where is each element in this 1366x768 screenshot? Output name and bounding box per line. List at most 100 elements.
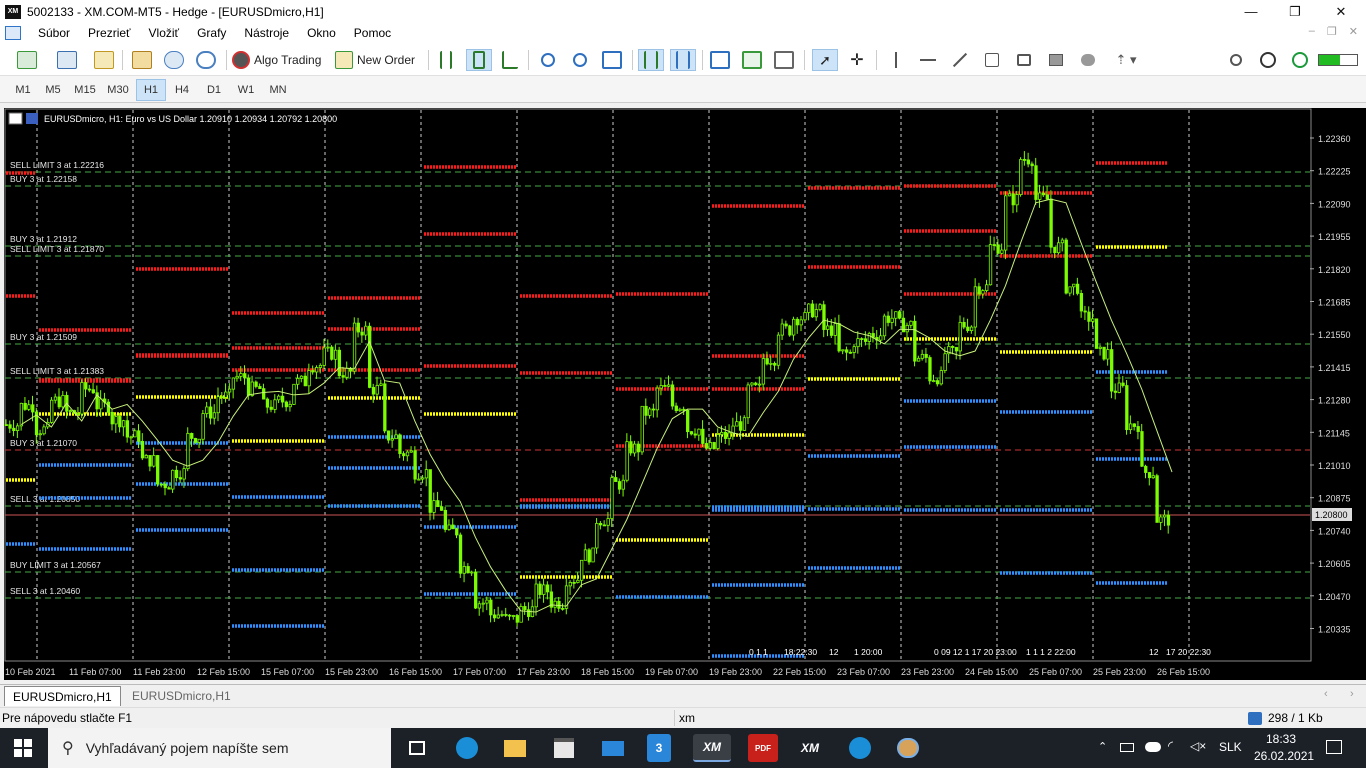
zoom-out-button[interactable] (568, 49, 592, 71)
mdi-close-button[interactable]: ✕ (1349, 25, 1358, 38)
chart-canvas[interactable]: 1.22360 1.22225 1.22090 1.21955 1.21820 1.216… (4, 108, 1366, 680)
app-3-button[interactable]: 3 (647, 734, 671, 762)
zoom-in-button[interactable] (536, 49, 560, 71)
signals-button[interactable] (194, 49, 218, 71)
timeframe-h1[interactable]: H1 (136, 79, 166, 101)
chart-tab-active[interactable]: EURUSDmicro,H1 (4, 686, 121, 706)
notifications-icon[interactable] (1326, 740, 1342, 754)
candle-body (447, 524, 451, 530)
candle-body (1034, 165, 1038, 200)
menu-tools[interactable]: Nástroje (235, 26, 298, 40)
language-indicator[interactable]: SLK (1219, 740, 1242, 754)
maximize-button[interactable]: ❐ (1272, 0, 1318, 23)
account-button[interactable] (1256, 49, 1280, 71)
close-button[interactable]: ✕ (1318, 0, 1364, 23)
timeframe-m5[interactable]: M5 (38, 79, 68, 101)
level-button[interactable] (1288, 49, 1312, 71)
trend-line-icon (952, 52, 968, 68)
clock-date[interactable]: 26.02.2021 (1254, 749, 1314, 763)
candle-body (935, 380, 940, 385)
timeframe-m1[interactable]: M1 (8, 79, 38, 101)
timeframe-w1[interactable]: W1 (231, 79, 261, 101)
candle-body (364, 325, 368, 336)
periods-button[interactable] (772, 49, 796, 71)
clock-time[interactable]: 18:33 (1266, 732, 1296, 746)
chart-window-icon[interactable] (5, 25, 21, 40)
minimize-button[interactable]: — (1228, 0, 1274, 23)
account-icon (1260, 52, 1276, 68)
candlestick-button[interactable] (466, 49, 492, 71)
templates-button[interactable] (740, 49, 764, 71)
xm-mt5-button[interactable]: XM (693, 734, 731, 762)
menu-file[interactable]: Súbor (29, 26, 79, 40)
market-watch-button[interactable] (92, 49, 116, 71)
rectangle-button[interactable] (1044, 49, 1068, 71)
start-button[interactable] (14, 739, 32, 757)
timeframe-m30[interactable]: M30 (103, 79, 133, 101)
mdi-restore-button[interactable]: ❐ (1327, 25, 1337, 38)
order-level-label: SELL LIMIT 3 at 1.21870 (10, 244, 104, 254)
price-chart[interactable]: 1.22360 1.22225 1.22090 1.21955 1.21820 1.216… (4, 108, 1366, 680)
trade-marker-label: 0 1 1 (749, 647, 768, 657)
xm-mt5-second-button[interactable]: XM (795, 734, 825, 762)
show-hidden-icons-button[interactable]: ⌃ (1098, 740, 1107, 753)
tab-scroll-right-icon[interactable]: › (1350, 688, 1354, 700)
bar-chart-button[interactable] (434, 49, 458, 71)
navigator-button[interactable] (130, 49, 154, 71)
text-label-button[interactable] (1012, 49, 1036, 71)
candle-body (898, 311, 902, 319)
connection-icon[interactable] (1248, 712, 1262, 725)
time-axis-label: 18 Feb 15:00 (581, 667, 634, 677)
status-traffic[interactable]: 298 / 1 Kb (1268, 711, 1323, 725)
line-chart-button[interactable] (498, 49, 522, 71)
crosshair-button[interactable]: ✛ (845, 49, 869, 71)
toolbar-separator (702, 50, 703, 70)
taskbar-search[interactable]: ⚲ Vyhľadávaný pojem napíšte sem (48, 728, 391, 768)
battery-icon[interactable] (1120, 743, 1134, 752)
candle-body (220, 396, 224, 399)
edge-second-button[interactable] (845, 734, 875, 762)
indicators-button[interactable] (708, 49, 732, 71)
menu-insert[interactable]: Vložiť (140, 26, 189, 40)
horizontal-line-button[interactable] (916, 49, 940, 71)
chart-shift-button[interactable] (670, 49, 696, 71)
volume-icon[interactable]: ◁× (1190, 739, 1206, 753)
cursor-button[interactable]: ➚ (812, 49, 838, 71)
timeframe-h4[interactable]: H4 (167, 79, 197, 101)
timeframe-mn[interactable]: MN (263, 79, 293, 101)
tab-scroll-left-icon[interactable]: ‹ (1324, 688, 1328, 700)
candle-body (84, 382, 88, 390)
trend-line-button[interactable] (948, 49, 972, 71)
candle-body (239, 373, 243, 377)
text-button[interactable] (980, 49, 1004, 71)
chart-tab[interactable]: EURUSDmicro,H1 (124, 686, 239, 706)
candle-body (644, 405, 648, 416)
menu-charts[interactable]: Grafy (188, 26, 235, 40)
algo-trading-button[interactable]: Algo Trading (232, 49, 326, 71)
store-button[interactable] (549, 734, 579, 762)
pdf-button[interactable]: PDF (748, 734, 778, 762)
mdi-minimize-button[interactable]: – (1309, 25, 1315, 38)
task-view-button[interactable] (402, 734, 432, 762)
new-order-button[interactable]: New Order (335, 49, 421, 71)
onedrive-icon[interactable] (1145, 742, 1161, 752)
edge-button[interactable] (452, 734, 482, 762)
paint-button[interactable] (893, 734, 923, 762)
search-button[interactable] (1224, 49, 1248, 71)
timeframe-d1[interactable]: D1 (199, 79, 229, 101)
menu-view[interactable]: Prezrieť (79, 26, 140, 40)
menu-window[interactable]: Okno (298, 26, 345, 40)
timeframe-m15[interactable]: M15 (70, 79, 100, 101)
menu-help[interactable]: Pomoc (345, 26, 400, 40)
wifi-icon[interactable]: ◜ (1168, 738, 1173, 754)
new-chart-button[interactable] (10, 49, 44, 71)
arrows-dropdown[interactable]: ⇡ ▾ (1108, 49, 1144, 71)
file-explorer-button[interactable] (500, 734, 530, 762)
tile-windows-button[interactable] (600, 49, 624, 71)
data-window-button[interactable] (162, 49, 186, 71)
vertical-line-button[interactable] (884, 49, 908, 71)
auto-scroll-button[interactable] (638, 49, 664, 71)
ellipse-button[interactable] (1076, 49, 1100, 71)
mail-button[interactable] (598, 734, 628, 762)
profiles-button[interactable] (50, 49, 84, 71)
